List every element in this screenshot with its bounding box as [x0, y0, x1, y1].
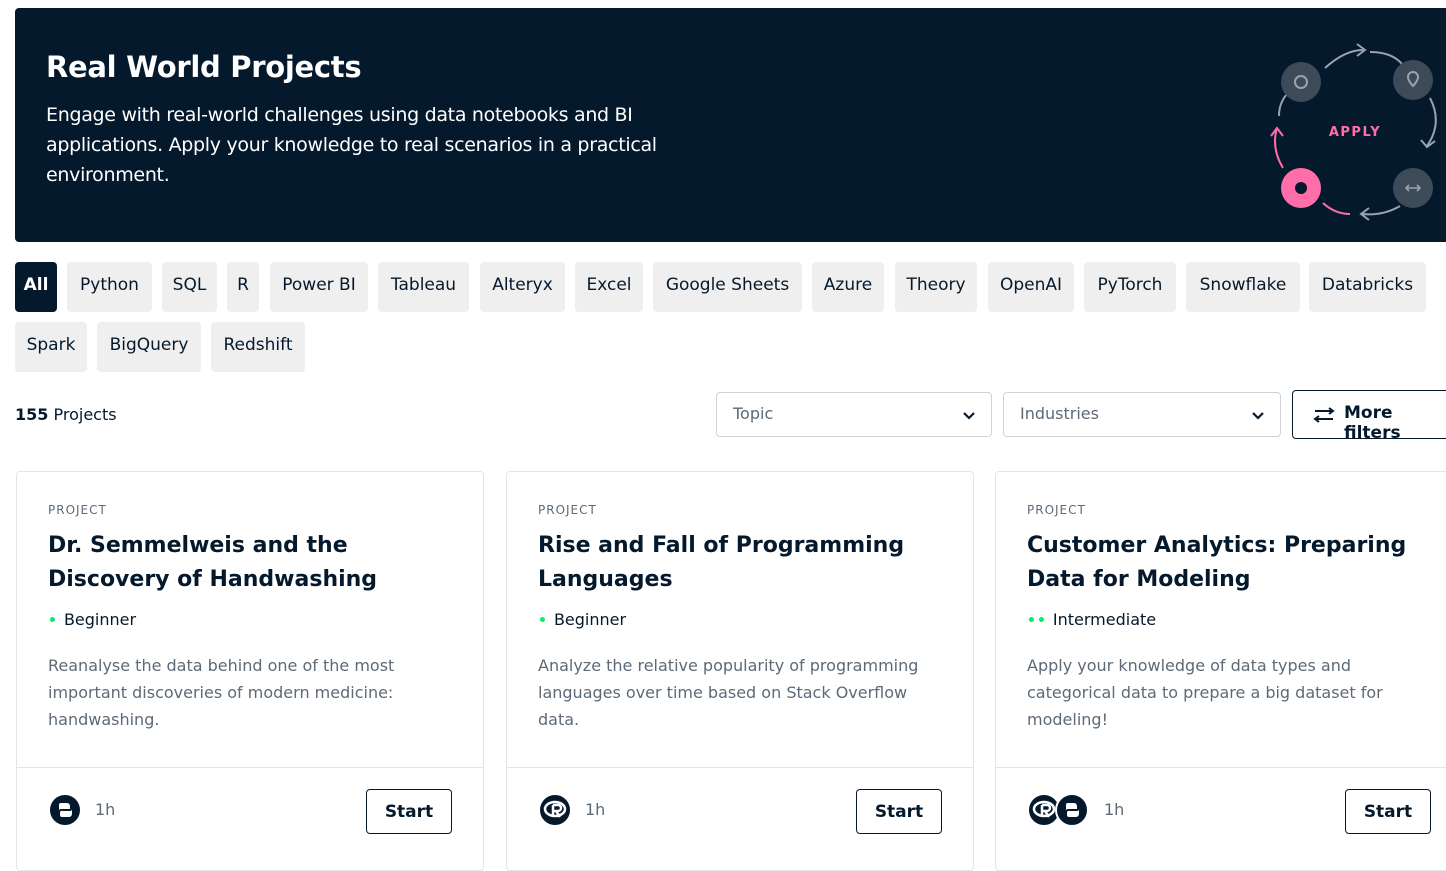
chip-azure[interactable]: Azure	[812, 262, 884, 312]
chevron-down-icon	[1252, 412, 1264, 420]
industries-select[interactable]: Industries	[1003, 392, 1281, 437]
chip-snowflake[interactable]: Snowflake	[1186, 262, 1300, 312]
filter-sliders-icon	[1313, 407, 1335, 423]
chip-spark[interactable]: Spark	[15, 322, 87, 372]
start-button[interactable]: Start	[856, 789, 942, 834]
project-card[interactable]: PROJECT Rise and Fall of Programming Lan…	[506, 471, 974, 871]
project-count: 155 Projects	[15, 405, 117, 424]
chip-theory[interactable]: Theory	[895, 262, 977, 312]
duration: 1h	[1104, 800, 1125, 819]
duration: 1h	[95, 800, 116, 819]
apply-cycle-illustration: APPLY	[1270, 43, 1437, 221]
chip-openai[interactable]: OpenAI	[988, 262, 1074, 312]
hero-banner: Real World Projects Engage with real-wor…	[15, 8, 1446, 242]
chip-google-sheets[interactable]: Google Sheets	[653, 262, 802, 312]
chip-alteryx[interactable]: Alteryx	[480, 262, 565, 312]
card-divider	[507, 767, 973, 768]
chip-databricks[interactable]: Databricks	[1309, 262, 1426, 312]
banner-description: Engage with real-world challenges using …	[46, 104, 657, 186]
chip-bigquery[interactable]: BigQuery	[97, 322, 201, 372]
r-icon	[538, 793, 572, 827]
card-description: Apply your knowledge of data types and c…	[1027, 656, 1383, 729]
card-divider	[996, 767, 1446, 768]
apply-label: APPLY	[1329, 125, 1381, 140]
difficulty-level: • Beginner	[538, 610, 626, 629]
chip-sql[interactable]: SQL	[162, 262, 217, 312]
card-kind-label: PROJECT	[1027, 503, 1086, 517]
chip-pytorch[interactable]: PyTorch	[1084, 262, 1176, 312]
difficulty-level: • Beginner	[48, 610, 136, 629]
difficulty-label: Beginner	[553, 610, 627, 629]
start-button[interactable]: Start	[1345, 789, 1431, 834]
card-title[interactable]: Customer Analytics: Preparing Data for M…	[1027, 529, 1437, 597]
chevron-down-icon	[963, 412, 975, 420]
python-icon	[1055, 793, 1089, 827]
difficulty-dots: •	[538, 613, 548, 629]
project-card[interactable]: PROJECT Dr. Semmelweis and the Discovery…	[16, 471, 484, 871]
more-filters-label: More filters	[1344, 403, 1401, 443]
more-filters-button[interactable]: More filters	[1292, 390, 1446, 443]
difficulty-level: •• Intermediate	[1027, 610, 1156, 629]
difficulty-label: Beginner	[63, 610, 137, 629]
banner-title: Real World Projects	[46, 50, 362, 84]
difficulty-dots: •	[48, 613, 58, 629]
difficulty-dots: ••	[1027, 613, 1047, 629]
duration: 1h	[585, 800, 606, 819]
chip-python[interactable]: Python	[67, 262, 152, 312]
card-description: Reanalyse the data behind one of the mos…	[48, 656, 395, 729]
industries-select-placeholder: Industries	[1020, 404, 1099, 423]
chip-redshift[interactable]: Redshift	[211, 322, 305, 372]
project-card[interactable]: PROJECT Customer Analytics: Preparing Da…	[995, 471, 1446, 871]
card-title[interactable]: Rise and Fall of Programming Languages	[538, 529, 948, 597]
chip-r[interactable]: R	[227, 262, 259, 312]
project-count-label: Projects	[53, 405, 117, 424]
card-kind-label: PROJECT	[538, 503, 597, 517]
difficulty-label: Intermediate	[1052, 610, 1157, 629]
start-button[interactable]: Start	[366, 789, 452, 834]
chip-tableau[interactable]: Tableau	[378, 262, 469, 312]
chip-all[interactable]: All	[15, 262, 57, 312]
card-description: Analyze the relative popularity of progr…	[538, 656, 919, 729]
python-icon	[48, 793, 82, 827]
chip-power-bi[interactable]: Power BI	[270, 262, 368, 312]
chip-excel[interactable]: Excel	[575, 262, 643, 312]
topic-select[interactable]: Topic	[716, 392, 992, 437]
topic-select-placeholder: Topic	[733, 404, 774, 423]
project-count-number: 155	[15, 405, 49, 424]
card-title[interactable]: Dr. Semmelweis and the Discovery of Hand…	[48, 529, 458, 597]
card-kind-label: PROJECT	[48, 503, 107, 517]
card-divider	[17, 767, 483, 768]
